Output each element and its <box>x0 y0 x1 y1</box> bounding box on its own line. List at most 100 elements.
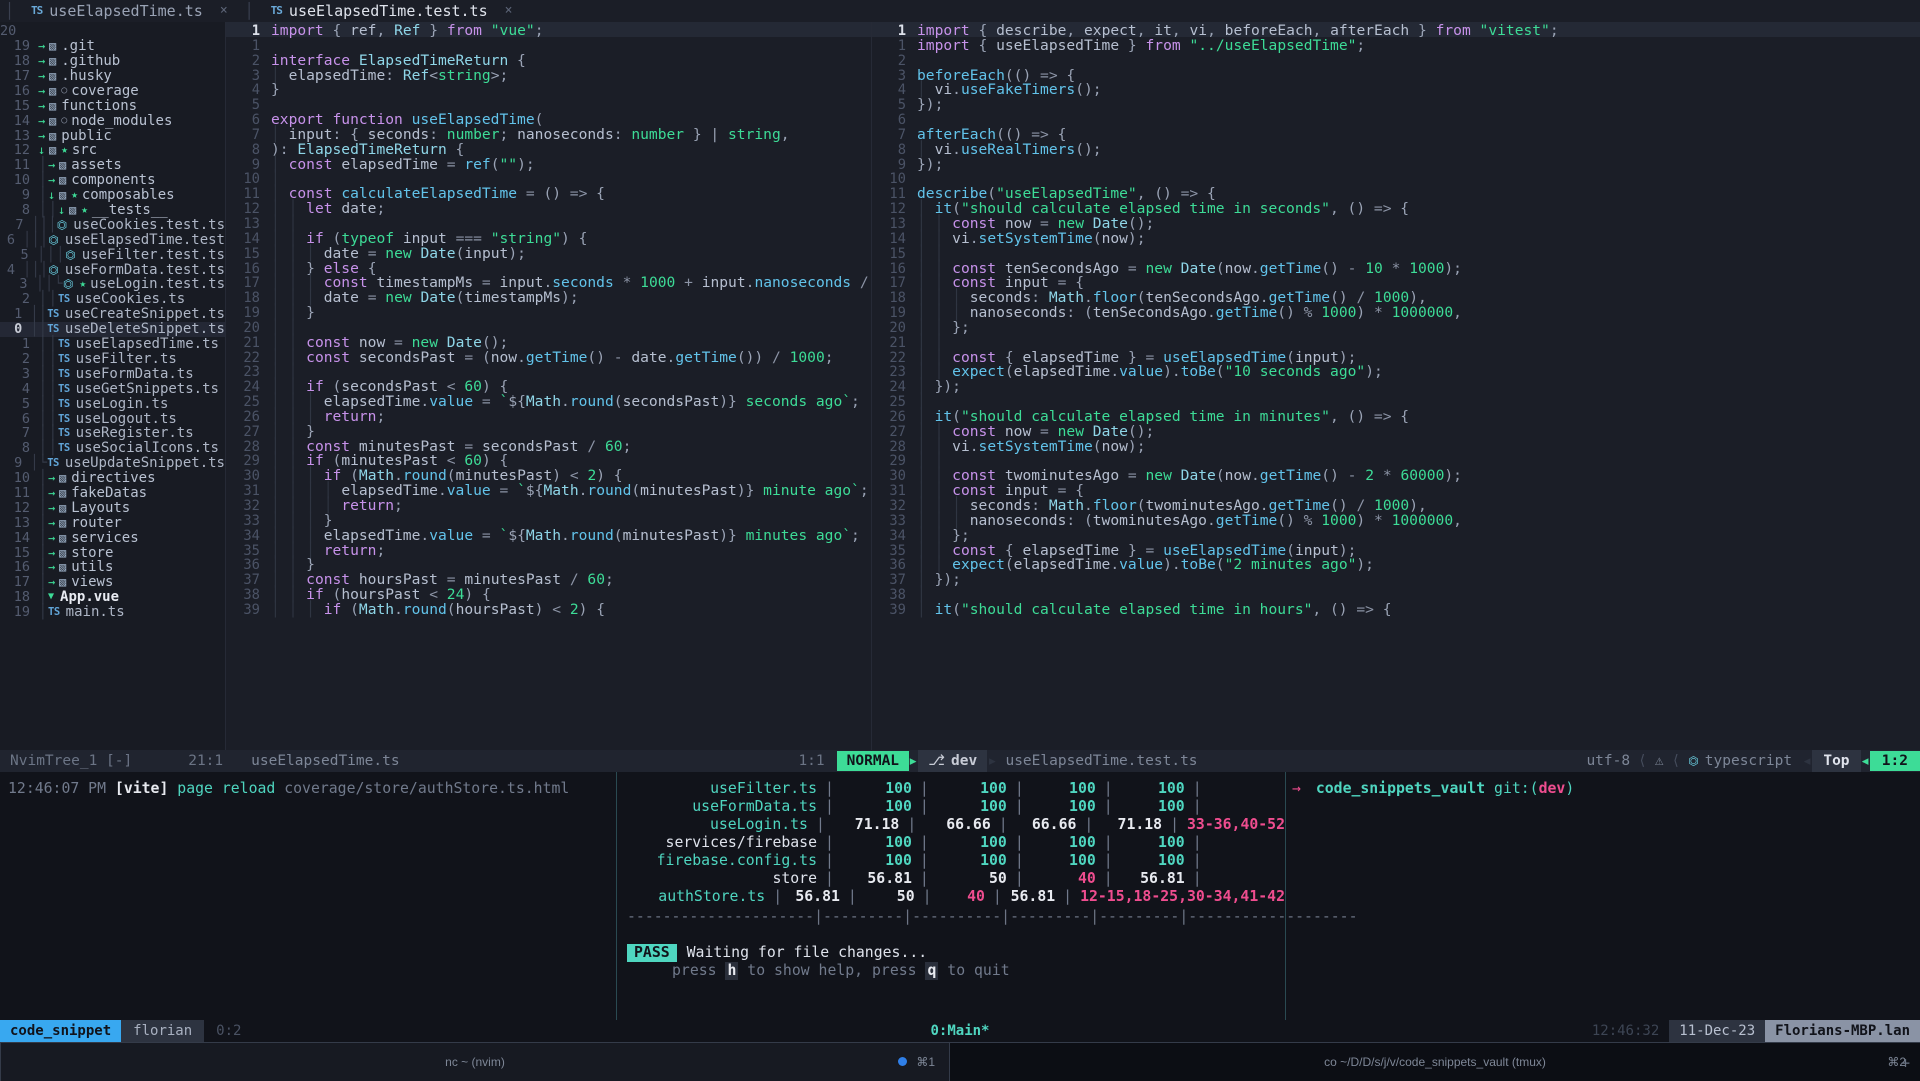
code-line[interactable]: 39│ │ │ if (Math.round(hoursPast) < 2) { <box>226 601 871 616</box>
code-line[interactable]: 27│ │ } <box>226 423 871 438</box>
code-line[interactable]: 26│ it("should calculate elapsed time in… <box>872 408 1920 423</box>
code-line[interactable]: 18│ │ │ seconds: Math.floor(tenSecondsAg… <box>872 289 1920 304</box>
window-tab-tmux[interactable]: co ~/D/D/s/j/v/code_snippets_vault (tmux… <box>950 1042 1920 1081</box>
code-line[interactable]: 25│ <box>872 393 1920 408</box>
code-line[interactable]: 25│ │ │ elapsedTime.value = `${Math.roun… <box>226 393 871 408</box>
code-line[interactable]: 38│ │ if (hoursPast < 24) { <box>226 586 871 601</box>
line-number: 25 <box>226 393 271 408</box>
column-separator: | <box>1104 834 1113 852</box>
code-line[interactable]: 23│ │ expect(elapsedTime.value).toBe("10… <box>872 363 1920 378</box>
line-number: 8 <box>872 141 917 156</box>
column-separator: | <box>825 780 834 798</box>
editor-pane-test[interactable]: 1import { describe, expect, it, vi, befo… <box>871 22 1920 750</box>
code-line[interactable]: 6 <box>872 111 1920 126</box>
code-line[interactable]: 33│ │ │ nanoseconds: (twominutesAgo.getT… <box>872 512 1920 527</box>
code-text: │ │ │ │ return; <box>271 497 403 512</box>
code-line[interactable]: 11describe("useElapsedTime", () => { <box>872 185 1920 200</box>
code-line[interactable]: 16│ │ const tenSecondsAgo = new Date(now… <box>872 260 1920 275</box>
code-line[interactable]: 3beforeEach(() => { <box>872 67 1920 82</box>
code-line[interactable]: 30│ │ │ if (Math.round(minutesPast) < 2)… <box>226 467 871 482</box>
code-line[interactable]: 19│ │ │ nanoseconds: (tenSecondsAgo.getT… <box>872 304 1920 319</box>
code-line[interactable]: 24│ }); <box>872 378 1920 393</box>
coverage-row: firebase.config.ts|100|100|100|100| <box>617 852 1285 870</box>
file-tree[interactable]: 20~/Documents/Development/sandb19→▧.git1… <box>0 22 225 750</box>
code-line[interactable]: 20│ │ <box>226 319 871 334</box>
code-line[interactable]: 24│ │ if (secondsPast < 60) { <box>226 378 871 393</box>
code-line[interactable]: 14│ │ vi.setSystemTime(now); <box>872 230 1920 245</box>
code-line[interactable]: 7afterEach(() => { <box>872 126 1920 141</box>
code-line[interactable]: 1import { describe, expect, it, vi, befo… <box>872 22 1920 37</box>
code-line[interactable]: 28│ │ const minutesPast = secondsPast / … <box>226 438 871 453</box>
code-line[interactable]: 31│ │ const input = { <box>872 482 1920 497</box>
code-line[interactable]: 37│ │ const hoursPast = minutesPast / 60… <box>226 571 871 586</box>
code-line[interactable]: 1import { useElapsedTime } from "../useE… <box>872 37 1920 52</box>
code-line[interactable]: 31│ │ │ │ elapsedTime.value = `${Math.ro… <box>226 482 871 497</box>
code-line[interactable]: 12│ │ let date; <box>226 200 871 215</box>
code-line[interactable]: 1import { ref, Ref } from "vue"; <box>226 22 871 37</box>
coverage-statements: 71.18 <box>825 816 907 834</box>
code-line[interactable]: 38│ <box>872 586 1920 601</box>
code-line[interactable]: 30│ │ const twominutesAgo = new Date(now… <box>872 467 1920 482</box>
code-line[interactable]: 4│ vi.useFakeTimers(); <box>872 81 1920 96</box>
tree-item-main-ts[interactable]: 19│TSmain.ts <box>0 605 225 620</box>
code-line[interactable]: 26│ │ │ return; <box>226 408 871 423</box>
editor-pane-source[interactable]: 1import { ref, Ref } from "vue";12interf… <box>225 22 871 750</box>
line-number: 10 <box>872 170 917 185</box>
code-line[interactable]: 20│ │ }; <box>872 319 1920 334</box>
code-line[interactable]: 28│ │ vi.setSystemTime(now); <box>872 438 1920 453</box>
code-line[interactable]: 37│ }); <box>872 571 1920 586</box>
tree-root-row[interactable]: 20~/Documents/Development/sandb <box>0 24 225 39</box>
code-line[interactable]: 13│ │ const now = new Date(); <box>872 215 1920 230</box>
coverage-uncovered-lines <box>1202 798 1210 816</box>
vitest-pane[interactable]: useFilter.ts|100|100|100|100| useFormDat… <box>616 772 1286 1020</box>
code-line[interactable]: 14│ │ if (typeof input === "string") { <box>226 230 871 245</box>
code-line[interactable]: 22│ │ const { elapsedTime } = useElapsed… <box>872 349 1920 364</box>
line-number: 14 <box>226 230 271 245</box>
code-line[interactable]: 35│ │ const { elapsedTime } = useElapsed… <box>872 542 1920 557</box>
code-line[interactable]: 19│ │ } <box>226 304 871 319</box>
code-line[interactable]: 1 <box>226 37 871 52</box>
code-line[interactable]: 27│ │ const now = new Date(); <box>872 423 1920 438</box>
code-line[interactable]: 36│ │ expect(elapsedTime.value).toBe("2 … <box>872 556 1920 571</box>
code-line[interactable]: 16│ │ } else { <box>226 260 871 275</box>
close-icon[interactable]: × <box>220 2 228 20</box>
close-icon[interactable]: × <box>505 2 513 20</box>
chevron-left-icon: ⟨ <box>1664 752 1689 770</box>
code-line[interactable]: 2interface ElapsedTimeReturn { <box>226 52 871 67</box>
code-line[interactable]: 5}); <box>872 96 1920 111</box>
code-line[interactable]: 7│ input: { seconds: number; nanoseconds… <box>226 126 871 141</box>
code-line[interactable]: 5 <box>226 96 871 111</box>
code-line[interactable]: 32│ │ │ seconds: Math.floor(twominutesAg… <box>872 497 1920 512</box>
line-number: 8 <box>226 141 271 156</box>
terminal[interactable]: 12:46:07 PM [vite] page reload coverage/… <box>0 772 1920 1020</box>
code-line[interactable]: 21│ │ <box>872 334 1920 349</box>
tab-useElapsedTime-test-ts[interactable]: TS useElapsedTime.test.ts × <box>259 2 525 20</box>
help-pre: press <box>672 962 725 980</box>
code-line[interactable]: 8│ vi.useRealTimers(); <box>872 141 1920 156</box>
code-line[interactable]: 34│ │ │ elapsedTime.value = `${Math.roun… <box>226 527 871 542</box>
code-line[interactable]: 21│ │ const now = new Date(); <box>226 334 871 349</box>
code-line[interactable]: 22│ │ const secondsPast = (now.getTime()… <box>226 349 871 364</box>
line-number: 26 <box>226 408 271 423</box>
code-line[interactable]: 13│ │ <box>226 215 871 230</box>
code-line[interactable]: 12│ it("should calculate elapsed time in… <box>872 200 1920 215</box>
line-number: 26 <box>872 408 917 423</box>
statusline-position: 1:2 <box>1870 751 1920 771</box>
code-line[interactable]: 39│ it("should calculate elapsed time in… <box>872 601 1920 616</box>
code-line[interactable]: 17│ │ │ const timestampMs = input.second… <box>226 274 871 289</box>
code-line[interactable]: 11│ const calculateElapsedTime = () => { <box>226 185 871 200</box>
code-line[interactable]: 10 <box>872 170 1920 185</box>
code-line[interactable]: 18│ │ │ date = new Date(timestampMs); <box>226 289 871 304</box>
code-text: │ }); <box>917 378 961 393</box>
tab-useElapsedTime-ts[interactable]: TS useElapsedTime.ts × <box>19 2 240 20</box>
code-line[interactable]: 3│ elapsedTime: Ref<string>; <box>226 67 871 82</box>
tmux-active-window[interactable]: 0:Main* <box>0 1022 1920 1040</box>
code-line[interactable]: 6export function useElapsedTime( <box>226 111 871 126</box>
code-line[interactable]: 32│ │ │ │ return; <box>226 497 871 512</box>
shell-prompt[interactable]: → code_snippets_vault git:(dev) <box>1292 780 1574 798</box>
code-line[interactable]: 9│ const elapsedTime = ref(""); <box>226 156 871 171</box>
new-tab-icon[interactable]: + <box>1901 1054 1910 1072</box>
code-text: │ │ }; <box>917 527 970 542</box>
code-line[interactable]: 33│ │ │ } <box>226 512 871 527</box>
window-tab-nvim[interactable]: nc ~ (nvim) ⌘1 <box>0 1042 950 1081</box>
